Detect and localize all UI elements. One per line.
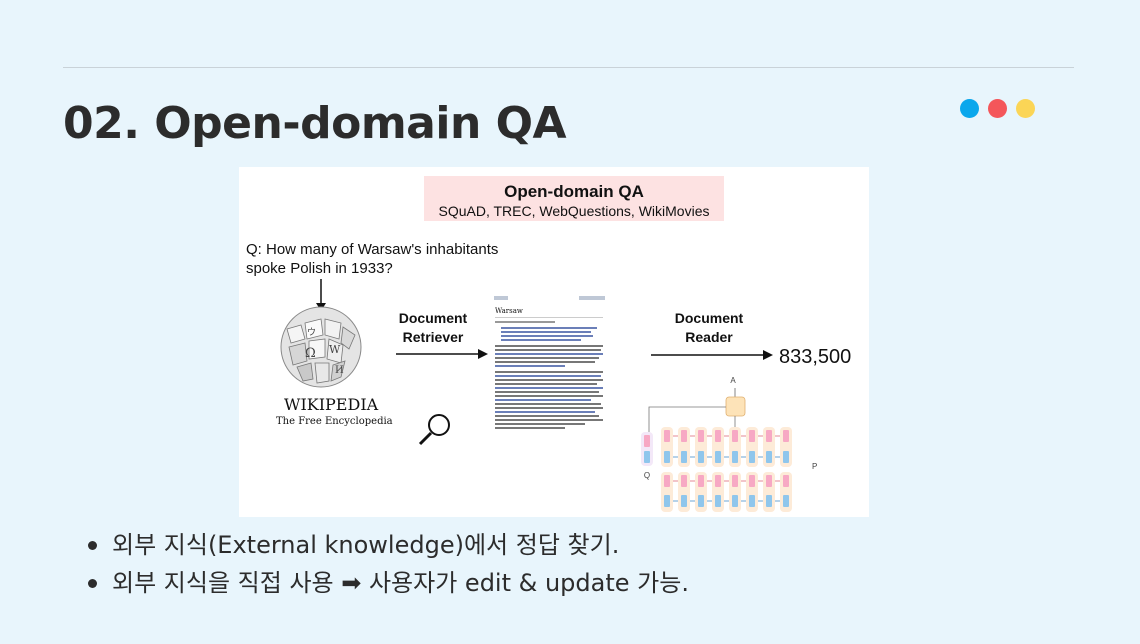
- network-cell-blue: [715, 495, 721, 507]
- wikipedia-wordmark: WIKIPEDIA: [284, 395, 379, 414]
- network-cell-pink: [732, 475, 738, 487]
- network-cell-pink: [664, 430, 670, 442]
- svg-text:ウ: ウ: [307, 327, 316, 338]
- reader-label-1: Document: [675, 310, 744, 326]
- network-cell-pink: [766, 475, 772, 487]
- network-cell-pink: [698, 475, 704, 487]
- network-cell-blue: [732, 451, 738, 463]
- network-cell-blue: [749, 495, 755, 507]
- question-line-2: spoke Polish in 1933?: [246, 260, 393, 277]
- network-cell-blue: [732, 495, 738, 507]
- svg-text:Ω: Ω: [305, 346, 316, 361]
- network-cell-pink: [749, 430, 755, 442]
- retriever-arrow-head: [478, 349, 488, 359]
- article-thumbnail: Warsaw: [492, 294, 607, 434]
- network-cell-blue: [715, 451, 721, 463]
- network-cell-pink: [715, 475, 721, 487]
- dot-blue: [960, 99, 979, 118]
- network-cell-blue: [698, 495, 704, 507]
- bullet-item: 외부 지식(External knowledge)에서 정답 찾기.: [86, 526, 689, 564]
- svg-text:W: W: [329, 343, 341, 356]
- network-cell-pink: [749, 475, 755, 487]
- window-dots: [960, 99, 1035, 118]
- magnifier-icon: [418, 414, 450, 446]
- network-cell-pink: [664, 475, 670, 487]
- network-cell-pink: [715, 430, 721, 442]
- label-a: A: [730, 376, 736, 385]
- network-cell-pink: [766, 430, 772, 442]
- network-cell-pink: [681, 475, 687, 487]
- network-cell-blue: [698, 451, 704, 463]
- article-title: Warsaw: [495, 307, 523, 315]
- bullet-item: 외부 지식을 직접 사용 ➡ 사용자가 edit & update 가능.: [86, 564, 689, 602]
- network-cell-blue: [783, 451, 789, 463]
- label-q: Q: [644, 471, 650, 480]
- svg-text:И: И: [335, 365, 344, 376]
- network-cell-blue: [766, 451, 772, 463]
- network-cell-blue: [766, 495, 772, 507]
- reader-arrow-head: [763, 350, 773, 360]
- figure-svg: Open-domain QA SQuAD, TREC, WebQuestions…: [246, 176, 851, 512]
- network-cell-blue: [783, 495, 789, 507]
- slide: 02. Open-domain QA Open-domain QA SQuAD,…: [0, 0, 1140, 644]
- network-cell-blue: [681, 495, 687, 507]
- network-cell-pink: [732, 430, 738, 442]
- banner-title: Open-domain QA: [504, 182, 644, 201]
- dot-yellow: [1016, 99, 1035, 118]
- top-divider: [63, 67, 1074, 68]
- network-columns: [661, 427, 792, 512]
- bullet-list: 외부 지식(External knowledge)에서 정답 찾기. 외부 지식…: [86, 526, 689, 602]
- network-cell-blue: [681, 451, 687, 463]
- banner-subtitle: SQuAD, TREC, WebQuestions, WikiMovies: [438, 203, 709, 219]
- label-p: P: [812, 462, 817, 471]
- network-cell-pink: [783, 430, 789, 442]
- network-cell-blue: [664, 451, 670, 463]
- retriever-label-2: Retriever: [403, 329, 464, 345]
- wikipedia-tagline: The Free Encyclopedia: [276, 416, 393, 427]
- answer-text: 833,500: [779, 346, 851, 368]
- question-line-1: Q: How many of Warsaw's inhabitants: [246, 241, 498, 258]
- dot-red: [988, 99, 1007, 118]
- network-cell-pink: [681, 430, 687, 442]
- network-cell-pink: [783, 475, 789, 487]
- network-cell-blue: [664, 495, 670, 507]
- open-domain-qa-figure: Open-domain QA SQuAD, TREC, WebQuestions…: [239, 167, 869, 517]
- wikipedia-globe-icon: Ω W И ウ: [280, 306, 362, 388]
- network-cell-pink: [698, 430, 704, 442]
- slide-title: 02. Open-domain QA: [63, 98, 567, 149]
- reader-label-2: Reader: [685, 329, 733, 345]
- network-cell-blue: [749, 451, 755, 463]
- retriever-label-1: Document: [399, 310, 468, 326]
